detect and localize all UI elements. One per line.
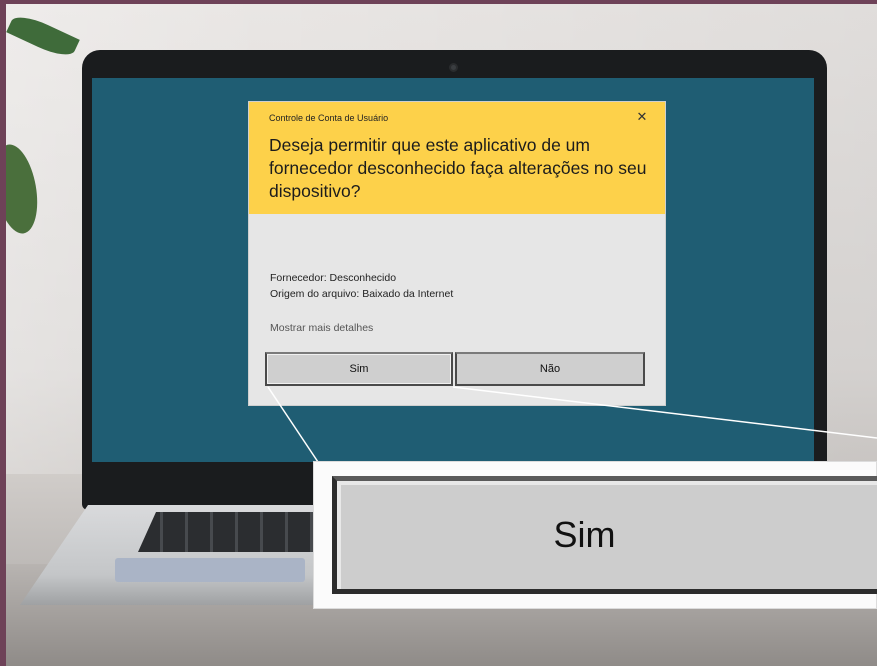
zoomed-yes-button[interactable]: Sim: [332, 476, 877, 594]
yes-button[interactable]: Sim: [265, 352, 453, 386]
dialog-title: Controle de Conta de Usuário: [269, 113, 389, 123]
no-button[interactable]: Não: [455, 352, 645, 386]
dialog-header: Controle de Conta de Usuário ✕ Deseja pe…: [249, 102, 665, 214]
uac-dialog: Controle de Conta de Usuário ✕ Deseja pe…: [249, 102, 665, 405]
close-icon[interactable]: ✕: [635, 110, 649, 124]
zoom-inset: Sim: [313, 461, 877, 609]
webcam-icon: [449, 63, 458, 72]
show-more-details-link[interactable]: Mostrar mais detalhes: [270, 322, 373, 334]
dialog-question: Deseja permitir que este aplicativo de u…: [269, 135, 647, 201]
file-origin-info: Origem do arquivo: Baixado da Internet: [270, 288, 454, 300]
publisher-info: Fornecedor: Desconhecido: [270, 272, 397, 284]
keyboard-function-row: [115, 558, 305, 582]
